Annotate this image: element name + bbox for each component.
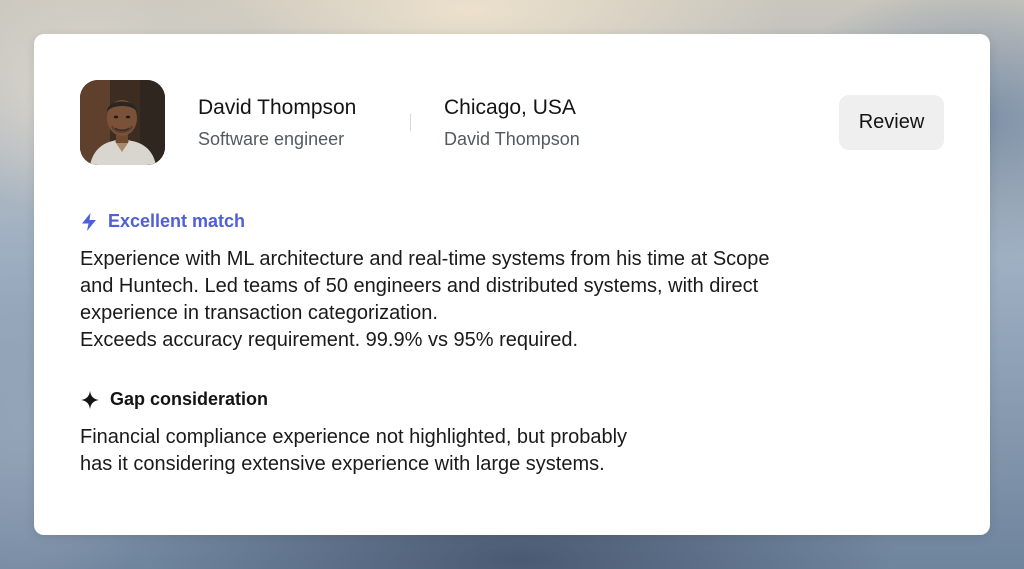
candidate-location: Chicago, USA — [444, 96, 576, 119]
candidate-card: David Thompson Software engineer Chicago… — [34, 34, 990, 535]
location-subtitle: David Thompson — [444, 129, 580, 149]
sparkle-icon — [80, 390, 100, 410]
gap-line: Financial compliance experience not high… — [80, 426, 628, 448]
candidate-photo — [80, 80, 165, 165]
lightning-bolt-icon — [80, 212, 98, 232]
gap-line: has it considering extensive experience … — [80, 453, 605, 475]
avatar — [80, 80, 165, 165]
match-line: Exceeds accuracy requirement. 99.9% vs 9… — [80, 329, 579, 351]
match-heading: Excellent match — [80, 211, 245, 232]
header-divider — [410, 114, 411, 131]
candidate-role: Software engineer — [198, 129, 345, 149]
match-line: experience in transaction categorization… — [80, 302, 438, 324]
candidate-name: David Thompson — [198, 96, 357, 119]
match-line: and Huntech. Led teams of 50 engineers a… — [80, 275, 759, 297]
gap-description: Financial compliance experience not high… — [80, 424, 910, 478]
gap-heading-label: Gap consideration — [110, 389, 269, 409]
review-button[interactable]: Review — [839, 95, 944, 150]
match-description: Experience with ML architecture and real… — [80, 246, 910, 354]
gap-heading: Gap consideration — [80, 389, 268, 410]
match-heading-label: Excellent match — [108, 211, 246, 231]
background-frame: David Thompson Software engineer Chicago… — [0, 0, 1024, 569]
match-line: Experience with ML architecture and real… — [80, 248, 770, 270]
